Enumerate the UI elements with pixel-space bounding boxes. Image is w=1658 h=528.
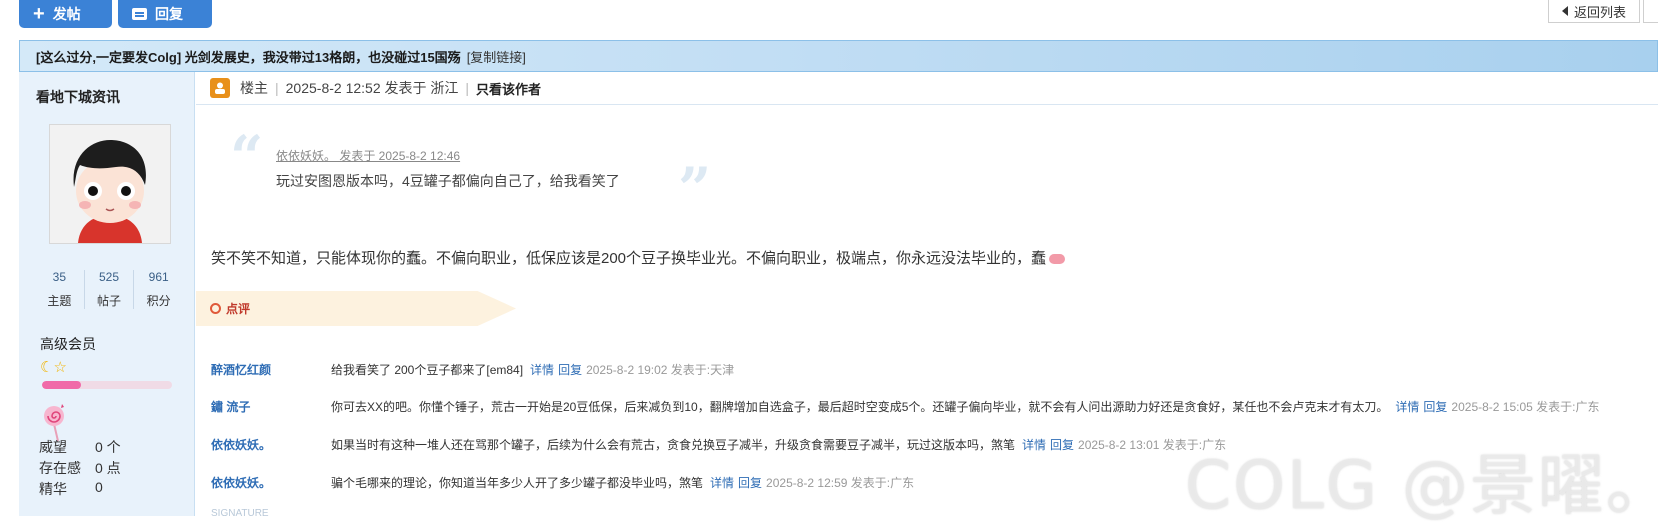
avatar-image xyxy=(50,125,170,243)
comment-user[interactable]: 依依妖妖。 xyxy=(211,436,331,453)
quote-meta[interactable]: 依依妖妖。 发表于 2025-8-2 12:46 xyxy=(276,147,460,164)
comment-reply-link[interactable]: 回复 xyxy=(1050,436,1074,453)
comment-reply-link[interactable]: 回复 xyxy=(558,361,582,378)
credit-value: 0 点 xyxy=(95,460,121,476)
comment-text: 骗个毛哪来的理论，你知道当年多少人开了多少罐子都没毕业吗，煞笔 xyxy=(331,476,704,490)
quote-text: 玩过安图恩版本吗，4豆罐子都偏向自己了，给我看笑了 xyxy=(276,173,620,189)
next-button-edge[interactable] xyxy=(1643,0,1658,23)
comment-text: 如果当时有这种一堆人还在骂那个罐子，后续为什么会有荒古，贪食兑换豆子减半，升级贪… xyxy=(331,438,1016,452)
quote-open-icon: “ xyxy=(230,123,264,191)
comment-user[interactable]: 鏽 流子 xyxy=(211,398,331,415)
comment-user[interactable]: 醉酒忆红颜 xyxy=(211,361,331,378)
review-comment: 醉酒忆红颜 给我看笑了 200个豆子都来了[em84] 详情 回复 2025-8… xyxy=(211,361,1651,378)
level-progress-fill xyxy=(42,381,81,389)
comment-icon xyxy=(132,8,147,20)
stat-threads[interactable]: 35 主题 xyxy=(35,270,84,309)
comment-time: 2025-8-2 12:59 发表于:广东 xyxy=(766,476,915,490)
credit-value: 0 个 xyxy=(95,439,121,455)
stat-label: 帖子 xyxy=(97,294,122,308)
credit-presence: 存在感 0 点 xyxy=(39,458,121,478)
only-author-link[interactable]: 只看该作者 xyxy=(476,79,541,98)
back-to-list-button[interactable]: 返回列表 xyxy=(1548,0,1640,23)
avatar[interactable] xyxy=(49,124,171,244)
comment-time: 2025-8-2 15:05 发表于:广东 xyxy=(1451,400,1600,414)
credit-key: 精华 xyxy=(39,481,67,497)
author-stats: 35 主题 525 帖子 961 积分 xyxy=(35,270,183,309)
comment-detail-link[interactable]: 详情 xyxy=(1022,436,1046,453)
caret-left-icon xyxy=(1561,6,1568,16)
comment-user[interactable]: 依依妖妖。 xyxy=(211,474,331,491)
signature-hint: SIGNATURE xyxy=(211,508,269,519)
stat-label: 主题 xyxy=(47,294,72,308)
level-star-icons: ☾☆ xyxy=(40,359,67,376)
quote-close-icon: ” xyxy=(678,155,712,223)
thread-starter-badge-icon xyxy=(210,78,230,98)
lollipop-medal-icon[interactable] xyxy=(40,402,72,442)
post-header: 楼主 | 2025-8-2 12:52 发表于 浙江 | 只看该作者 xyxy=(196,72,1658,105)
post-time: 2025-8-2 12:52 发表于 浙江 xyxy=(285,80,459,96)
credit-digest: 精华 0 xyxy=(39,479,103,499)
comment-text: 你可去XX的吧。你懂个锤子，荒古一开始是20豆低保，后来减负到10，翻牌增加自选… xyxy=(331,400,1389,414)
new-post-label: 发帖 xyxy=(52,6,81,22)
pig-emoji-icon xyxy=(1049,254,1066,265)
post-body: 笑不笑不知道，只能体现你的蠢。不偏向职业，低保应该是200个豆子换毕业光。不偏向… xyxy=(211,247,1066,268)
comment-reply-link[interactable]: 回复 xyxy=(1423,398,1447,415)
reply-label: 回复 xyxy=(155,6,183,22)
post-body-text: 笑不笑不知道，只能体现你的蠢。不偏向职业，低保应该是200个豆子换毕业光。不偏向… xyxy=(211,250,1047,267)
credit-key: 威望 xyxy=(39,439,67,455)
author-name[interactable]: 看地下城资讯 xyxy=(36,87,120,107)
copy-link[interactable]: [复制链接] xyxy=(467,47,526,66)
member-level[interactable]: 高级会员 xyxy=(40,334,96,354)
comment-detail-link[interactable]: 详情 xyxy=(530,361,554,378)
divider: | xyxy=(465,80,470,96)
comment-detail-link[interactable]: 详情 xyxy=(710,474,734,491)
divider: | xyxy=(275,80,279,96)
review-comment: 鏽 流子 你可去XX的吧。你懂个锤子，荒古一开始是20豆低保，后来减负到10，翻… xyxy=(211,398,1651,415)
thread-title: [这么过分,一定要发Colg] 光剑发展史，我没带过13格朗，也没碰过15国殇 xyxy=(36,49,461,65)
credit-prestige: 威望 0 个 xyxy=(39,437,121,457)
colg-watermark: COLG @景曜。 xyxy=(1185,447,1658,524)
back-to-list-label: 返回列表 xyxy=(1573,4,1626,20)
plus-icon: + xyxy=(33,3,45,25)
stat-posts[interactable]: 525 帖子 xyxy=(83,270,134,309)
level-progress-bar xyxy=(42,381,172,389)
review-section-header: 点评 xyxy=(196,291,516,326)
floor-label: 楼主 xyxy=(240,80,268,96)
comment-detail-link[interactable]: 详情 xyxy=(1395,398,1419,415)
thread-title-bar: [这么过分,一定要发Colg] 光剑发展史，我没带过13格朗，也没碰过15国殇 … xyxy=(19,40,1658,72)
stat-points[interactable]: 961 积分 xyxy=(133,270,183,309)
author-sidebar: 看地下城资讯 35 主题 525 帖子 961 积分 高级会员 ☾☆ 威望 0 … xyxy=(19,72,195,516)
comment-time: 2025-8-2 19:02 发表于:天津 xyxy=(586,363,735,377)
stat-label: 积分 xyxy=(146,294,171,308)
review-label: 点评 xyxy=(226,302,251,316)
stat-value: 525 xyxy=(98,270,120,284)
reply-button[interactable]: 回复 xyxy=(118,0,212,28)
top-toolbar: + 发帖 回复 返回列表 xyxy=(0,0,1658,40)
ring-icon xyxy=(210,303,221,314)
stat-value: 961 xyxy=(148,270,169,284)
comment-text: 给我看笑了 200个豆子都来了[em84] xyxy=(331,363,524,377)
credit-value: 0 xyxy=(95,479,103,495)
comment-reply-link[interactable]: 回复 xyxy=(738,474,762,491)
new-post-button[interactable]: + 发帖 xyxy=(19,0,112,28)
credit-key: 存在感 xyxy=(39,460,81,476)
stat-value: 35 xyxy=(52,270,67,284)
